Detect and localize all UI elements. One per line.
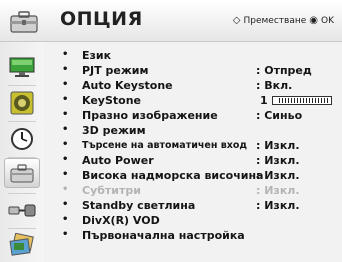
photo-stack-icon [9, 233, 34, 256]
menu-item-label: Auto Power [82, 154, 154, 167]
menu-item-label: KeyStone [82, 94, 141, 107]
option-list: • Език • PJT режим : Отпред • Auto Keyst… [52, 49, 342, 262]
rail-item-my-media[interactable] [4, 230, 40, 260]
menu-item-blank-image[interactable]: • Празно изображение : Синьо [52, 109, 342, 123]
menu-item-label: Език [82, 49, 112, 62]
bullet: • [62, 124, 69, 135]
menu-item-value: : Отпред [256, 64, 312, 77]
menu-item-label: Търсене на автоматичен вход [82, 140, 248, 151]
bullet: • [62, 49, 69, 60]
rail-item-time[interactable] [4, 124, 40, 154]
bullet: • [62, 139, 69, 150]
menu-item-auto-keystone[interactable]: • Auto Keystone : Вкл. [52, 79, 342, 93]
menu-item-auto-power[interactable]: • Auto Power : Изкл. [52, 154, 342, 168]
bullet: • [62, 154, 69, 165]
menu-item-high-altitude[interactable]: • Висока надморска височина : Изкл. [52, 169, 342, 183]
toolbox-icon [10, 11, 38, 33]
menu-item-value: : Изкл. [256, 184, 300, 197]
menu-item-label: Празно изображение [82, 109, 218, 122]
menu-item-standby-light[interactable]: • Standby светлина : Изкл. [52, 199, 342, 213]
bullet: • [62, 214, 69, 225]
menu-item-label: Auto Keystone [82, 79, 173, 92]
menu-item-label: 3D режим [82, 124, 146, 137]
keystone-level-bar[interactable] [272, 96, 332, 105]
menu-item-subtitles: • Субтитри : Изкл. [52, 184, 342, 198]
connector-cable-icon [8, 204, 36, 217]
bullet: • [62, 199, 69, 210]
toolbox-icon [10, 164, 34, 183]
menu-item-label: Висока надморска височина [82, 169, 264, 182]
menu-item-language[interactable]: • Език [52, 49, 342, 63]
menu-item-label: Първоначална настройка [82, 229, 245, 242]
menu-item-value: : Изкл. [256, 154, 300, 167]
menu-header: ОПЦИЯ ◇ Преместване ◉ OK [0, 0, 342, 42]
menu-item-divx-vod[interactable]: • DivX(R) VOD [52, 214, 342, 228]
rail-divider [8, 193, 36, 194]
navigate-arrows-icon: ◇ [232, 15, 241, 26]
ok-button-icon: ◉ [309, 15, 318, 26]
keystone-value: 1 [260, 94, 268, 107]
rail-item-picture[interactable] [4, 52, 40, 82]
bullet: • [62, 169, 69, 180]
bullet: • [62, 64, 69, 75]
rail-item-option[interactable] [4, 158, 40, 188]
tv-screen-icon [9, 57, 35, 77]
menu-item-label: PJT режим [82, 64, 149, 77]
clock-icon [11, 128, 33, 150]
bullet: • [62, 94, 69, 105]
bullet: • [62, 109, 69, 120]
menu-item-label: Standby светлина [82, 199, 196, 212]
menu-item-value: : Синьо [256, 109, 303, 122]
navigate-hint-label: Преместване [243, 15, 307, 26]
rail-item-audio[interactable] [4, 88, 40, 118]
menu-item-value: : Изкл. [256, 199, 300, 212]
bullet: • [62, 184, 69, 195]
keystone-bar-ticks [279, 98, 328, 103]
bullet: • [62, 79, 69, 90]
menu-item-3d-mode[interactable]: • 3D режим [52, 124, 342, 138]
category-rail [0, 42, 44, 262]
menu-item-label: Субтитри [82, 184, 141, 197]
menu-item-auto-input-search[interactable]: • Търсене на автоматичен вход : Изкл. [52, 139, 342, 153]
menu-item-keystone[interactable]: • KeyStone 1 [52, 94, 342, 108]
navigation-hint: ◇ Преместване ◉ OK [233, 15, 334, 26]
option-menu: ОПЦИЯ ◇ Преместване ◉ OK • Език • PJT ре… [0, 0, 342, 262]
menu-item-label: DivX(R) VOD [82, 214, 160, 227]
menu-item-value: : Изкл. [256, 169, 300, 182]
bullet: • [62, 229, 69, 240]
page-title: ОПЦИЯ [60, 8, 143, 30]
menu-item-value: : Вкл. [256, 79, 293, 92]
speaker-icon [10, 91, 34, 115]
ok-hint-label: OK [321, 15, 334, 26]
menu-item-value: : Изкл. [256, 139, 300, 152]
menu-item-initial-setup[interactable]: • Първоначална настройка [52, 229, 342, 243]
rail-divider [8, 228, 36, 229]
rail-divider [8, 121, 36, 122]
rail-item-input[interactable] [4, 195, 40, 225]
rail-divider [8, 85, 36, 86]
menu-item-pjt-mode[interactable]: • PJT режим : Отпред [52, 64, 342, 78]
